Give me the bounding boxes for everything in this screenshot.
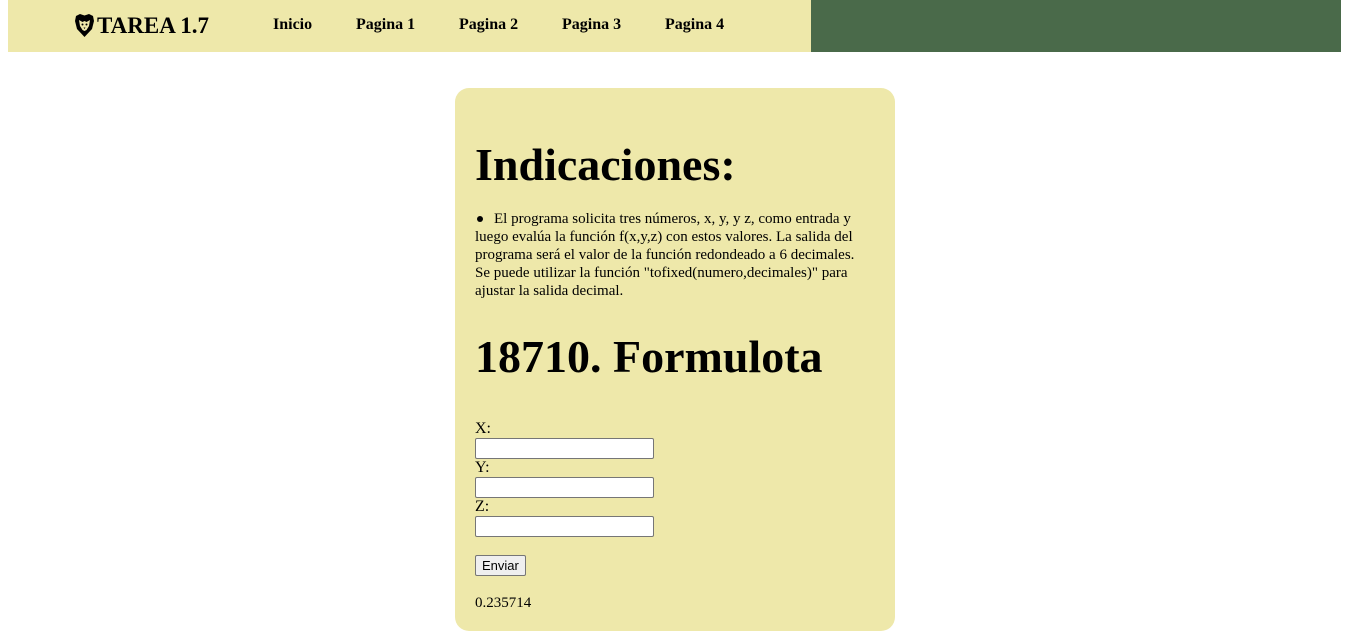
navbar-dark-section	[811, 0, 1341, 52]
instructions-heading: Indicaciones:	[475, 139, 736, 190]
nav-link-pagina-1[interactable]: Pagina 1	[356, 16, 415, 34]
problem-heading: 18710. Formulota	[475, 331, 823, 382]
brand-logo[interactable]: TAREA 1.7	[74, 12, 209, 40]
bullet-icon	[477, 215, 483, 222]
y-label: Y:	[475, 459, 490, 476]
submit-button[interactable]: Enviar	[475, 555, 526, 576]
brand-title: TAREA 1.7	[97, 13, 210, 38]
nav-link-pagina-3[interactable]: Pagina 3	[562, 16, 621, 34]
y-input[interactable]	[475, 477, 654, 498]
x-label: X:	[475, 420, 491, 437]
nav-link-pagina-4[interactable]: Pagina 4	[665, 16, 724, 34]
result-output: 0.235714	[475, 595, 532, 611]
lion-shield-icon	[75, 14, 94, 37]
instructions-text: El programa solicita tres números, x, y,…	[475, 211, 855, 299]
instructions-list-item: El programa solicita tres números, x, y,…	[475, 210, 873, 300]
nav-link-inicio[interactable]: Inicio	[273, 16, 312, 34]
content-card: Indicaciones: El programa solicita tres …	[455, 88, 895, 631]
z-input[interactable]	[475, 516, 654, 537]
z-label: Z:	[475, 498, 490, 515]
x-input[interactable]	[475, 438, 654, 459]
top-navbar: TAREA 1.7 Inicio Pagina 1 Pagina 2 Pagin…	[8, 0, 1341, 52]
nav-link-pagina-2[interactable]: Pagina 2	[459, 16, 518, 34]
